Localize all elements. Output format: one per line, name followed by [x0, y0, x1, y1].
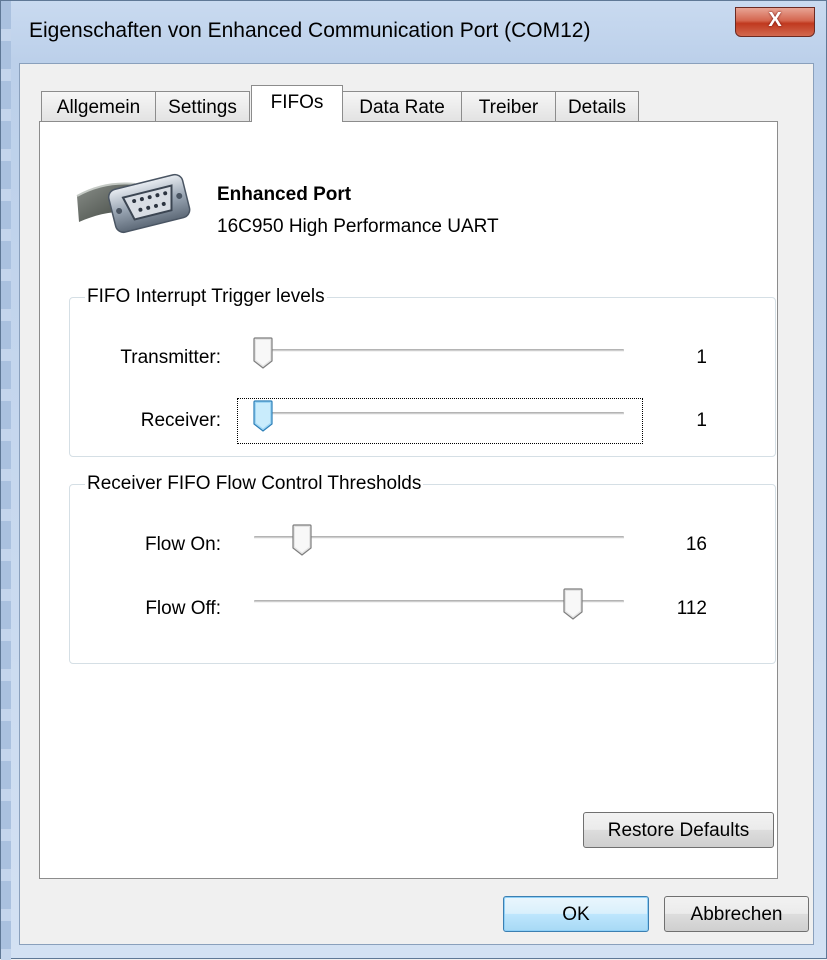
flow-control-group — [69, 484, 776, 664]
cancel-button[interactable]: Abbrechen — [664, 896, 809, 932]
flow-on-value: 16 — [685, 534, 707, 555]
flow-on-label: Flow On: — [144, 534, 221, 555]
device-description: 16C950 High Performance UART — [217, 216, 499, 237]
interrupt-trigger-group-title: FIFO Interrupt Trigger levels — [85, 286, 327, 308]
window-title: Eigenschaften von Enhanced Communication… — [29, 19, 591, 42]
tab-label: Data Rate — [359, 97, 445, 118]
flow-control-group-title: Receiver FIFO Flow Control Thresholds — [85, 473, 424, 495]
transmitter-slider-track[interactable] — [254, 349, 624, 353]
transmitter-slider-thumb[interactable] — [253, 337, 273, 369]
receiver-slider-track[interactable] — [254, 412, 624, 416]
flow-off-label: Flow Off: — [145, 598, 221, 619]
receiver-value: 1 — [696, 410, 707, 431]
receiver-slider-thumb[interactable] — [253, 400, 273, 432]
device-name: Enhanced Port — [217, 184, 352, 205]
receiver-slider-focus — [237, 398, 643, 444]
tab-details[interactable]: Details — [555, 91, 639, 122]
tab-label: Allgemein — [56, 97, 141, 118]
tab-treiber[interactable]: Treiber — [461, 91, 556, 122]
tab-label: Details — [567, 97, 627, 118]
flow-on-slider-thumb[interactable] — [292, 524, 312, 556]
flow-off-value: 112 — [676, 598, 707, 619]
close-button[interactable]: X — [735, 7, 815, 37]
window-frame-edge — [1, 1, 11, 960]
tab-label: Treiber — [478, 97, 539, 118]
tab-data-rate[interactable]: Data Rate — [342, 91, 462, 122]
flow-off-slider-thumb[interactable] — [563, 588, 583, 620]
tab-allgemein[interactable]: Allgemein — [41, 91, 156, 122]
properties-window: Eigenschaften von Enhanced Communication… — [0, 0, 827, 960]
transmitter-label: Transmitter: — [120, 347, 221, 368]
receiver-label: Receiver: — [140, 410, 221, 431]
transmitter-value: 1 — [696, 347, 707, 368]
close-icon: X — [768, 9, 782, 31]
tab-label: Settings — [168, 97, 237, 118]
tab-label: FIFOs — [270, 92, 324, 113]
ok-button[interactable]: OK — [503, 896, 649, 932]
restore-defaults-button[interactable]: Restore Defaults — [583, 812, 774, 848]
tab-settings[interactable]: Settings — [155, 91, 250, 122]
serial-port-icon — [75, 166, 191, 251]
tab-fifos[interactable]: FIFOs — [251, 85, 343, 122]
